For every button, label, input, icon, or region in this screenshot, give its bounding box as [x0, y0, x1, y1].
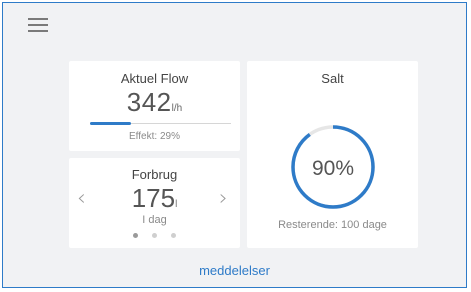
- messages-link[interactable]: meddelelser: [3, 263, 466, 278]
- flow-number: 342: [126, 87, 172, 117]
- menu-line: [28, 24, 48, 26]
- current-flow-card[interactable]: Aktuel Flow 342l/h Effekt: 29%: [69, 61, 240, 151]
- page-indicator: [129, 233, 181, 239]
- usage-period: I dag: [142, 214, 167, 226]
- usage-number: 175: [131, 183, 176, 213]
- hamburger-menu-icon[interactable]: [28, 18, 50, 34]
- app-frame: Aktuel Flow 342l/h Effekt: 29% Forbrug ‹…: [2, 2, 467, 288]
- salt-level-gauge: 90%: [291, 125, 375, 209]
- menu-line: [28, 30, 48, 32]
- page-dot[interactable]: [171, 233, 176, 238]
- usage-unit: l: [175, 199, 178, 210]
- page-dot[interactable]: [133, 233, 138, 238]
- usage-value: 175l: [69, 183, 240, 214]
- flow-value: 342l/h: [69, 87, 240, 118]
- usage-title: Forbrug: [131, 167, 178, 182]
- salt-percent: 90%: [312, 157, 354, 180]
- flow-effect-label: Effekt: 29%: [129, 131, 180, 142]
- chevron-right-icon[interactable]: ›: [219, 186, 228, 211]
- salt-card[interactable]: Salt 90% Resterende: 100 dage: [247, 61, 418, 248]
- flow-unit: l/h: [171, 103, 183, 114]
- salt-title: Salt: [321, 71, 344, 86]
- usage-card: Forbrug ‹ 175l › I dag: [69, 158, 240, 248]
- menu-line: [28, 18, 48, 20]
- salt-remaining: Resterende: 100 dage: [278, 219, 387, 231]
- flow-effect-bar: [90, 122, 231, 125]
- flow-title: Aktuel Flow: [120, 71, 189, 86]
- flow-effect-bar-fill: [90, 122, 131, 125]
- page-dot[interactable]: [152, 233, 157, 238]
